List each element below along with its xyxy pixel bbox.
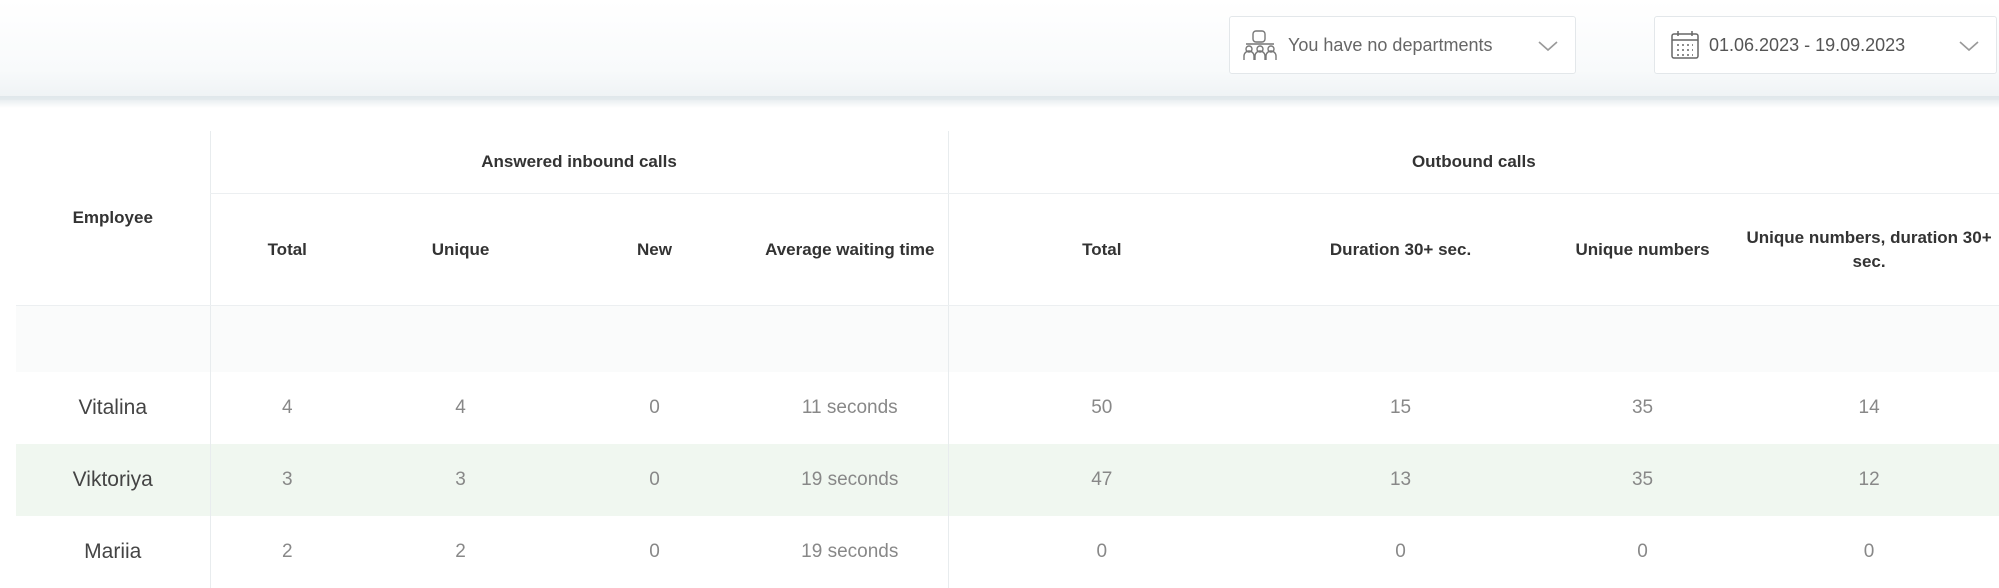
inbound-group-header: Answered inbound calls [209, 131, 949, 194]
department-select[interactable]: You have no departments [1229, 16, 1576, 74]
inbound-total-header[interactable]: Total [209, 193, 364, 306]
inbound-unique-cell: 4 [455, 397, 466, 418]
calls-report-table: Employee Answered inbound calls Outbound… [16, 131, 1999, 588]
table-row[interactable]: Viktoriya 3 3 0 19 seconds 47 13 35 12 [16, 444, 1999, 516]
inbound-total-cell: 2 [209, 516, 364, 588]
outbound-duration-30-cell: 13 [1255, 444, 1547, 516]
avg-waiting-time-header[interactable]: Average waiting time [752, 193, 949, 306]
outbound-duration-30-header[interactable]: Duration 30+ sec. [1255, 193, 1547, 306]
outbound-unique-30-cell: 12 [1739, 444, 1999, 516]
table-spacer-row [16, 305, 1999, 372]
chevron-down-icon [1958, 35, 1980, 57]
outbound-unique-numbers-cell: 35 [1546, 444, 1740, 516]
calendar-icon [1665, 25, 1705, 65]
date-range-label: 01.06.2023 - 19.09.2023 [1709, 34, 1906, 55]
inbound-total-cell: 4 [209, 372, 364, 444]
inbound-unique-header[interactable]: Unique [364, 193, 557, 306]
table-row[interactable]: Mariia 2 2 0 19 seconds 0 0 0 0 [16, 516, 1999, 588]
outbound-unique-30-cell: 14 [1858, 397, 1880, 418]
avg-waiting-time-cell: 19 seconds [801, 541, 899, 562]
department-select-label: You have no departments [1288, 34, 1493, 55]
inbound-new-header[interactable]: New [557, 193, 752, 306]
inbound-new-cell: 0 [649, 397, 660, 418]
outbound-unique-30-cell: 0 [1863, 541, 1875, 562]
inbound-total-cell: 3 [209, 444, 364, 516]
employee-name: Viktoriya [16, 444, 210, 516]
inbound-new-cell: 0 [649, 541, 660, 562]
employee-column-header[interactable]: Employee [16, 131, 210, 306]
outbound-total-cell: 0 [947, 516, 1256, 588]
inbound-unique-cell: 2 [455, 541, 466, 562]
outbound-unique-numbers-cell: 35 [1631, 397, 1654, 418]
outbound-group-header: Outbound calls [947, 131, 1999, 194]
inbound-new-cell: 0 [557, 444, 752, 516]
outbound-total-cell: 50 [947, 372, 1256, 444]
departments-icon [1240, 25, 1280, 65]
table-row[interactable]: Vitalina 4 4 0 11 seconds 50 15 35 14 [16, 372, 1999, 444]
outbound-total-header[interactable]: Total [947, 193, 1256, 306]
outbound-unique-numbers-header[interactable]: Unique numbers [1546, 193, 1740, 306]
employee-name: Mariia [84, 540, 142, 563]
outbound-duration-30-cell: 15 [1389, 397, 1412, 418]
avg-waiting-time-cell: 19 seconds [752, 444, 949, 516]
chevron-down-icon [1537, 35, 1559, 57]
date-range-picker[interactable]: 01.06.2023 - 19.09.2023 [1654, 16, 1997, 74]
toolbar-shadow [0, 96, 1999, 108]
outbound-unique-30-header[interactable]: Unique numbers, duration 30+ sec. [1739, 193, 1999, 306]
outbound-total-cell: 47 [947, 444, 1256, 516]
outbound-duration-30-cell: 0 [1395, 541, 1406, 562]
outbound-unique-numbers-cell: 0 [1637, 541, 1648, 562]
avg-waiting-time-cell: 11 seconds [801, 397, 898, 418]
inbound-unique-cell: 3 [364, 444, 557, 516]
employee-name: Vitalina [78, 396, 148, 419]
